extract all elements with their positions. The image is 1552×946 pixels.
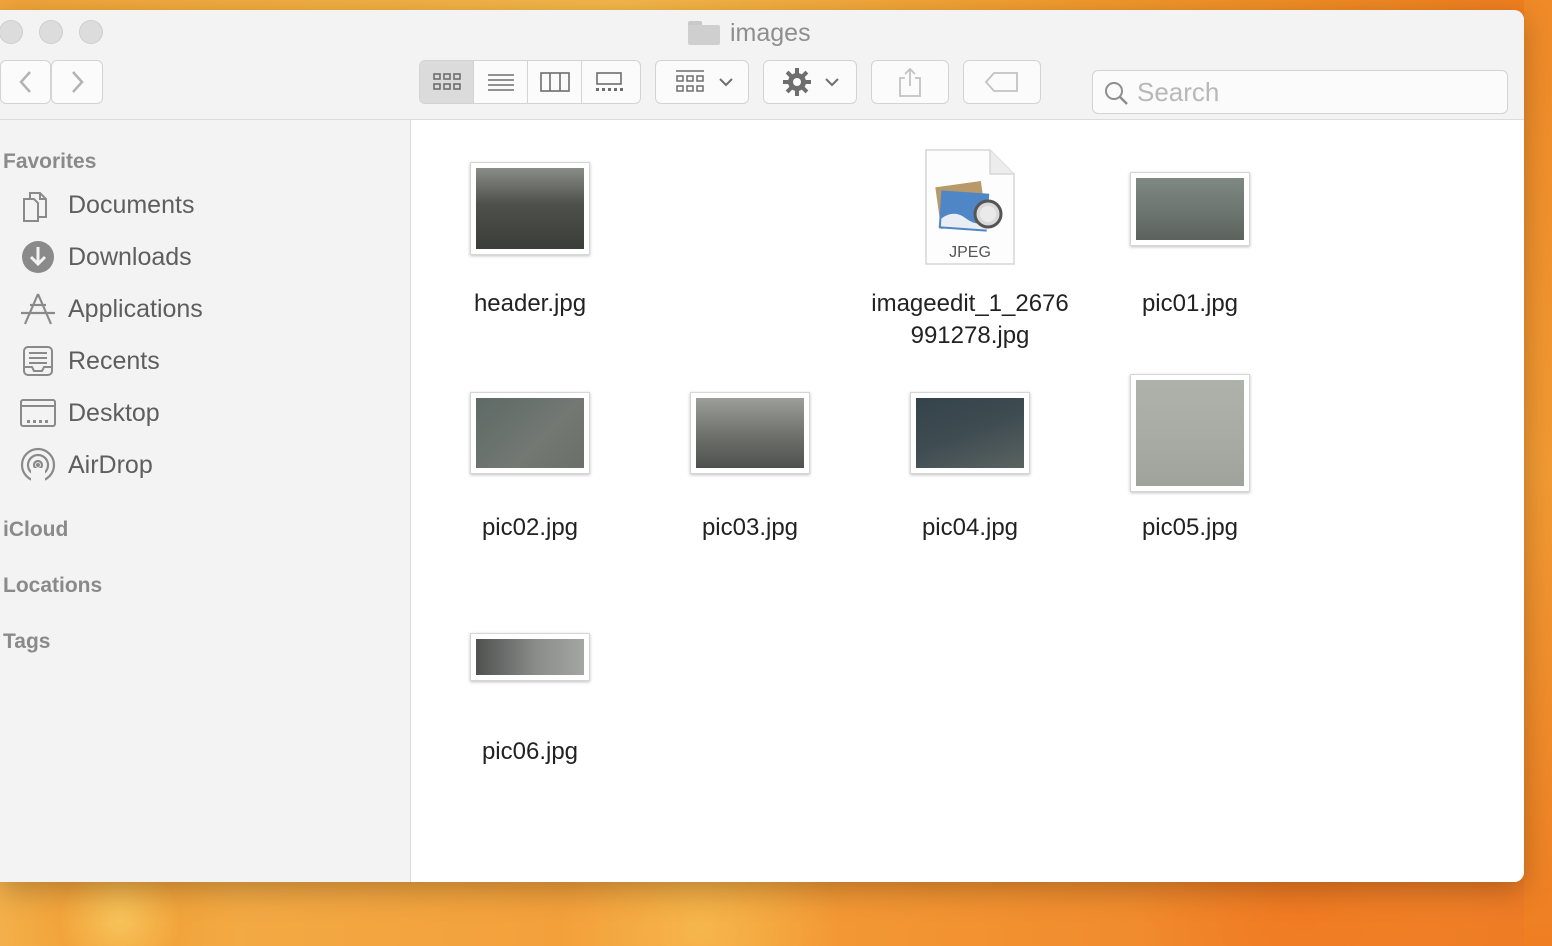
group-by-button[interactable]: [655, 60, 749, 104]
minimize-button[interactable]: [39, 20, 63, 44]
gallery-icon: [596, 72, 623, 91]
folder-icon: [688, 21, 720, 45]
applications-icon: [18, 289, 58, 329]
forward-button[interactable]: [51, 60, 103, 104]
file-name: imageedit_1_2676 991278.jpg: [871, 290, 1069, 349]
file-thumbnail: [1130, 374, 1250, 492]
chevron-left-icon: [18, 71, 31, 93]
sidebar: Favorites Documents Downloads Applicatio…: [0, 120, 411, 882]
file-name: header.jpg: [473, 290, 587, 317]
search-icon: [1105, 82, 1128, 105]
sidebar-section-favorites: Favorites: [3, 150, 97, 173]
file-name: pic04.jpg: [921, 514, 1019, 541]
file-thumbnail: [690, 392, 810, 474]
airdrop-icon: [18, 445, 58, 485]
documents-icon: [18, 185, 58, 225]
file-name: pic01.jpg: [1141, 290, 1239, 317]
sidebar-section-tags[interactable]: Tags: [3, 630, 50, 654]
view-switcher: [419, 60, 641, 104]
chevron-down-icon: [825, 78, 839, 87]
chevron-down-icon: [719, 78, 733, 87]
close-button[interactable]: [0, 20, 23, 44]
column-view-button[interactable]: [528, 61, 582, 103]
desktop-icon: [18, 393, 58, 433]
zoom-button[interactable]: [79, 20, 103, 44]
finder-window: images Search Favorites Documents Downlo…: [0, 10, 1524, 882]
file-thumbnail: [470, 162, 590, 255]
list-view-button[interactable]: [474, 61, 528, 103]
tag-icon: [984, 72, 1018, 92]
share-icon: [899, 67, 921, 97]
file-grid: header.jpg JPEG imageedit_1_2676 991278.…: [412, 120, 1524, 882]
file-name: pic06.jpg: [481, 738, 579, 765]
sidebar-item-desktop[interactable]: Desktop: [18, 393, 160, 433]
file-type-label: JPEG: [949, 244, 991, 261]
tags-button[interactable]: [963, 60, 1041, 104]
sidebar-item-downloads[interactable]: Downloads: [18, 237, 192, 277]
sidebar-item-label: Recents: [68, 346, 160, 375]
list-lines-icon: [487, 74, 514, 91]
sidebar-item-applications[interactable]: Applications: [18, 289, 203, 329]
recents-icon: [18, 341, 58, 381]
file-name: pic05.jpg: [1141, 514, 1239, 541]
file-thumbnail: [470, 633, 590, 681]
file-name: pic02.jpg: [481, 514, 579, 541]
sidebar-section-locations[interactable]: Locations: [3, 574, 102, 598]
sidebar-item-airdrop[interactable]: AirDrop: [18, 445, 153, 485]
file-thumbnail: [470, 392, 590, 474]
search-input[interactable]: [1137, 77, 1497, 107]
toolbar: images: [0, 10, 1524, 120]
window-title-text: images: [730, 18, 811, 47]
sidebar-section-icloud[interactable]: iCloud: [3, 518, 68, 542]
desktop-background: [0, 880, 1552, 946]
gear-icon: [783, 68, 811, 96]
window-title: images: [688, 18, 811, 47]
file-thumbnail: [1130, 172, 1250, 246]
file-thumbnail: [910, 392, 1030, 474]
sidebar-item-label: Documents: [68, 190, 195, 219]
search-field[interactable]: [1092, 70, 1508, 114]
group-grid-icon: [676, 70, 704, 92]
downloads-icon: [18, 237, 58, 277]
action-menu-button[interactable]: [763, 60, 857, 104]
columns-icon: [539, 72, 570, 92]
desktop-background-edge: [1524, 0, 1552, 946]
gallery-view-button[interactable]: [582, 61, 636, 103]
sidebar-item-label: Downloads: [68, 242, 192, 271]
sidebar-item-label: Applications: [68, 294, 203, 323]
chevron-right-icon: [72, 71, 84, 93]
share-button[interactable]: [871, 60, 949, 104]
jpeg-file-icon: JPEG: [924, 148, 1016, 266]
sidebar-item-documents[interactable]: Documents: [18, 185, 194, 225]
file-name: pic03.jpg: [701, 514, 799, 541]
sidebar-item-label: AirDrop: [68, 450, 153, 479]
sidebar-item-recents[interactable]: Recents: [18, 341, 160, 381]
icon-grid-icon: [432, 73, 461, 90]
icon-view-button[interactable]: [420, 61, 474, 103]
back-button[interactable]: [0, 60, 51, 104]
sidebar-item-label: Desktop: [68, 398, 160, 427]
